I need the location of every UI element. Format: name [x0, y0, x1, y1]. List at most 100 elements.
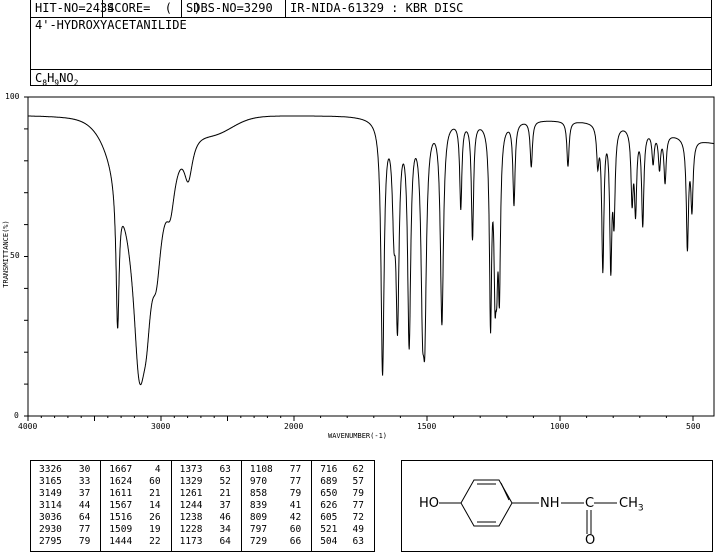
peak-row: 626 77	[320, 500, 370, 512]
x-axis-ticks	[27, 416, 694, 421]
peak-transmittance: 64	[78, 512, 91, 523]
y-tick-label: 50	[10, 251, 20, 260]
peak-row: 605 72	[320, 512, 370, 524]
peak-row: 797 60	[250, 524, 307, 536]
peak-transmittance: 63	[219, 464, 231, 475]
peak-row: 729 66	[250, 536, 307, 548]
y-tick-label: 0	[14, 411, 19, 420]
peak-wavenumber: 1667	[109, 464, 133, 475]
peak-transmittance: 44	[78, 500, 91, 511]
peak-row: 1509 19	[109, 524, 166, 536]
x-tick-label: 1500	[417, 422, 437, 431]
methyl-label: CH3	[619, 496, 644, 514]
ir-spectrum-chart	[24, 96, 715, 421]
peak-table-column: 1108 77 970 77 858 79 839 41 809 42 797 60 729 66	[241, 460, 313, 552]
peak-transmittance: 77	[289, 476, 302, 487]
peak-transmittance: 49	[352, 524, 364, 535]
peak-row: 1667 4	[109, 464, 166, 476]
peak-transmittance: 64	[219, 536, 231, 547]
peak-row: 1444 22	[109, 536, 166, 548]
peak-row: 3114 44	[39, 500, 96, 512]
peak-row: 970 77	[250, 476, 307, 488]
peak-wavenumber: 504	[320, 536, 338, 547]
peak-row: 1238 46	[180, 512, 237, 524]
peak-wavenumber: 1228	[179, 524, 203, 535]
peak-wavenumber: 1329	[179, 476, 203, 487]
peak-row: 858 79	[250, 488, 307, 500]
peak-wavenumber: 809	[249, 512, 268, 523]
peak-transmittance: 60	[149, 476, 161, 487]
y-axis-label: TRANSMITTANCE(%)	[2, 220, 10, 288]
x-tick-label: 4000	[18, 422, 38, 431]
peak-wavenumber: 3114	[39, 500, 62, 511]
peak-wavenumber: 605	[320, 512, 338, 523]
peak-row: 650 79	[320, 488, 370, 500]
peak-wavenumber: 858	[249, 488, 268, 499]
x-tick-label: 500	[686, 422, 701, 431]
peak-row: 1624 60	[109, 476, 166, 488]
peak-wavenumber: 3165	[39, 476, 62, 487]
peak-table: 3326 30 3165 33 3149 37 3114 44 3036 64 2930 77 2795…	[30, 460, 375, 552]
peak-row: 716 62	[320, 464, 370, 476]
peak-wavenumber: 1444	[109, 536, 133, 547]
peak-row: 689 57	[320, 476, 370, 488]
peak-row: 1567 14	[109, 500, 166, 512]
peak-wavenumber: 3326	[39, 464, 62, 475]
carbonyl-carbon-label: C	[585, 496, 595, 511]
peak-transmittance: 41	[289, 500, 302, 511]
peak-row: 3149 37	[39, 488, 96, 500]
peak-transmittance: 14	[149, 500, 161, 511]
peak-transmittance: 77	[289, 464, 302, 475]
peak-row: 809 42	[250, 512, 307, 524]
peak-transmittance: 30	[78, 464, 91, 475]
peak-wavenumber: 1261	[179, 488, 203, 499]
peak-wavenumber: 716	[320, 464, 338, 475]
peak-row: 504 63	[320, 536, 370, 548]
peak-table-column: 1667 4 1624 60 1611 21 1567 14 1516 26 1509 19 1444 2…	[100, 460, 172, 552]
peak-wavenumber: 521	[320, 524, 338, 535]
peak-wavenumber: 626	[320, 500, 338, 511]
peak-transmittance: 79	[352, 488, 364, 499]
x-tick-label: 1000	[550, 422, 570, 431]
peak-transmittance: 37	[219, 500, 231, 511]
peak-transmittance: 60	[289, 524, 302, 535]
oxygen-label: O	[585, 533, 596, 548]
peak-wavenumber: 1516	[109, 512, 133, 523]
peak-row: 1516 26	[109, 512, 166, 524]
peak-transmittance: 52	[219, 476, 231, 487]
peak-row: 1108 77	[250, 464, 307, 476]
peak-row: 3165 33	[39, 476, 96, 488]
x-axis-label: WAVENUMBER(-1)	[328, 432, 388, 440]
peak-transmittance: 21	[149, 488, 161, 499]
peak-transmittance: 26	[149, 512, 161, 523]
peak-wavenumber: 1238	[179, 512, 203, 523]
peak-row: 1261 21	[180, 488, 237, 500]
peak-transmittance: 22	[149, 536, 161, 547]
peak-transmittance: 42	[289, 512, 302, 523]
amine-label: NH	[540, 496, 560, 511]
peak-row: 521 49	[320, 524, 370, 536]
peak-wavenumber: 1373	[179, 464, 203, 475]
peak-table-column: 1373 63 1329 52 1261 21 1244 37 1238 46 1228 34 1173…	[171, 460, 242, 552]
peak-row: 1329 52	[180, 476, 237, 488]
peak-wavenumber: 1108	[249, 464, 273, 475]
peak-transmittance: 21	[219, 488, 231, 499]
peak-wavenumber: 1173	[179, 536, 203, 547]
peak-wavenumber: 3036	[39, 512, 62, 523]
peak-transmittance: 77	[352, 500, 364, 511]
peak-row: 1173 64	[180, 536, 237, 548]
peak-transmittance: 79	[289, 488, 302, 499]
peak-table-column: 716 62 689 57 650 79 626 77 605 72 521 49 504 63	[311, 460, 375, 552]
peak-row: 1244 37	[180, 500, 237, 512]
peak-row: 2795 79	[39, 536, 96, 548]
peak-row: 1228 34	[180, 524, 237, 536]
peak-transmittance: 57	[352, 476, 364, 487]
peak-transmittance: 4	[154, 464, 161, 475]
peak-row: 1611 21	[109, 488, 166, 500]
peak-wavenumber: 1624	[109, 476, 133, 487]
peak-transmittance: 46	[219, 512, 231, 523]
peak-row: 839 41	[250, 500, 307, 512]
spectrum-line	[28, 115, 714, 386]
peak-wavenumber: 839	[249, 500, 268, 511]
peak-transmittance: 34	[219, 524, 231, 535]
